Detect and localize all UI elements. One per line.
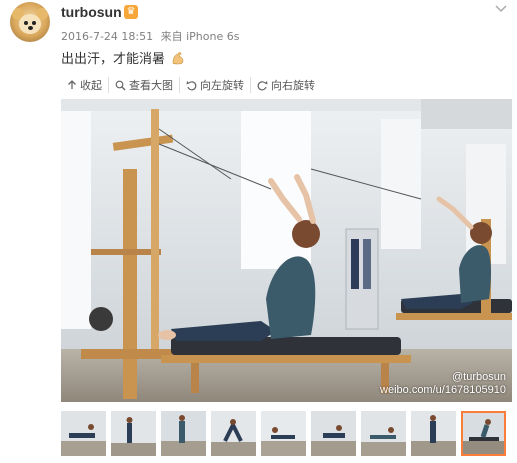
thumbnail[interactable] [311, 411, 356, 456]
thumbnail[interactable] [361, 411, 406, 456]
avatar-nose [28, 26, 33, 30]
rotate-right-button[interactable]: 向右旋转 [250, 77, 321, 93]
rotate-left-button[interactable]: 向左旋转 [179, 77, 250, 93]
thumbnail[interactable] [111, 411, 156, 456]
post-text: 出出汗，才能消暑 [61, 48, 185, 67]
view-large-label: 查看大图 [129, 79, 173, 92]
vip-crown-icon[interactable]: ♛ [124, 5, 138, 19]
post-text-body: 出出汗，才能消暑 [61, 52, 166, 67]
post-photo[interactable]: @turbosun weibo.com/u/1678105910 [61, 99, 512, 402]
avatar[interactable] [10, 2, 50, 42]
rotate-left-label: 向左旋转 [200, 79, 244, 92]
thumbnail[interactable] [261, 411, 306, 456]
avatar-eye [32, 21, 36, 25]
avatar-face [19, 14, 41, 34]
thumbnail[interactable] [411, 411, 456, 456]
post-meta: 2016-7-24 18:51 来自 iPhone 6s [61, 28, 239, 44]
thumbnail[interactable] [61, 411, 106, 456]
view-large-button[interactable]: 查看大图 [108, 77, 179, 93]
post-timestamp[interactable]: 2016-7-24 18:51 [61, 30, 153, 43]
chevron-down-icon[interactable] [495, 2, 507, 16]
watermark-handle: @turbosun [452, 370, 506, 383]
collapse-button[interactable]: 收起 [61, 77, 108, 93]
rotate-left-icon [186, 80, 197, 90]
watermark-url: weibo.com/u/1678105910 [380, 384, 506, 397]
avatar-eye [24, 21, 28, 25]
post-source: 来自 iPhone 6s [160, 30, 240, 43]
rotate-right-label: 向右旋转 [271, 79, 315, 92]
arrow-up-icon [68, 80, 76, 89]
collapse-label: 收起 [80, 79, 102, 92]
thumbnail-selected[interactable] [461, 411, 506, 456]
image-toolbar: 收起 查看大图 向左旋转 向右旋转 [61, 70, 321, 100]
rotate-right-icon [257, 80, 268, 90]
thumbnail-strip [61, 411, 517, 459]
thumbnail[interactable] [161, 411, 206, 456]
photo-watermark: @turbosun weibo.com/u/1678105910 [380, 371, 506, 399]
thumbnail[interactable] [211, 411, 256, 456]
username[interactable]: turbosun [61, 4, 122, 20]
magnifier-icon [115, 80, 126, 90]
flexed-biceps-icon [172, 52, 184, 65]
pilates-studio-photo [61, 99, 512, 402]
